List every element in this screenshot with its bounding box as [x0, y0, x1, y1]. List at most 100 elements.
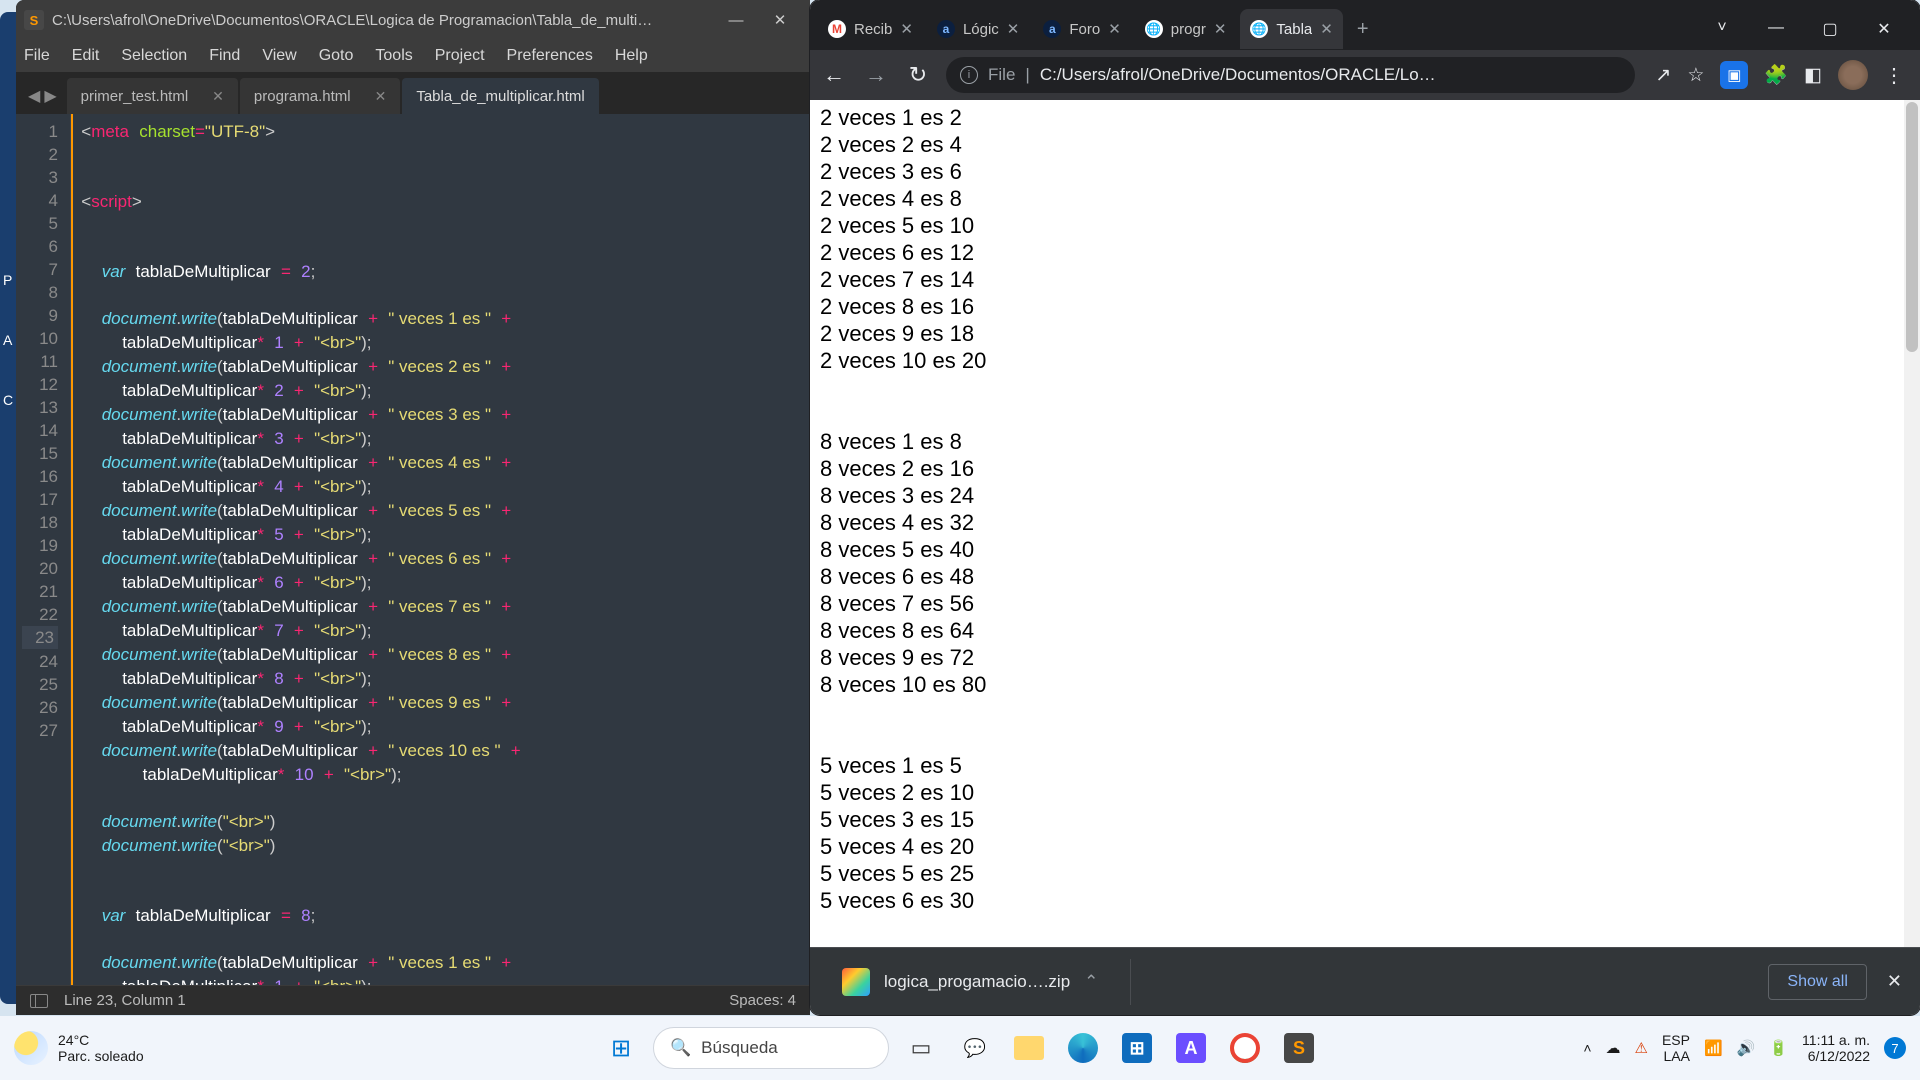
chrome-tab[interactable]: 🌐progr✕: [1135, 9, 1237, 49]
sublime-editor[interactable]: 1234567891011121314151617181920212223242…: [16, 114, 810, 985]
menu-preferences[interactable]: Preferences: [507, 47, 593, 65]
system-tray: ˄ ☁ ⚠ ESP LAA 📶 🔊 🔋 11:11 a. m. 6/12/202…: [1583, 1032, 1906, 1064]
chrome-minimize-button[interactable]: —: [1754, 19, 1798, 39]
layout-icon[interactable]: [30, 994, 48, 1008]
chrome-tab[interactable]: 🌐Tabla✕: [1240, 9, 1342, 49]
tab-close-icon[interactable]: ✕: [375, 88, 387, 105]
page-line: 8 veces 3 es 24: [820, 482, 1910, 509]
sublime-tab-active[interactable]: Tabla_de_multiplicar.html: [402, 78, 598, 114]
menu-help[interactable]: Help: [615, 47, 648, 65]
tab-close-icon[interactable]: ✕: [1007, 20, 1020, 38]
tray-security-icon[interactable]: ⚠: [1635, 1039, 1648, 1057]
sidepanel-icon[interactable]: ◧: [1804, 64, 1822, 87]
sublime-tab[interactable]: primer_test.html✕: [67, 78, 238, 114]
share-icon[interactable]: ↗: [1655, 64, 1671, 87]
menu-tools[interactable]: Tools: [375, 47, 412, 65]
tray-battery-icon[interactable]: 🔋: [1769, 1039, 1788, 1057]
edge-button[interactable]: [1061, 1026, 1105, 1070]
download-item[interactable]: logica_progamacio….zip ⌃: [828, 960, 1112, 1004]
app-button[interactable]: A: [1169, 1026, 1213, 1070]
tray-volume-icon[interactable]: 🔊: [1737, 1039, 1756, 1057]
menu-project[interactable]: Project: [435, 47, 485, 65]
site-info-icon[interactable]: i: [960, 66, 978, 84]
sublime-tab[interactable]: programa.html✕: [240, 78, 400, 114]
start-button[interactable]: ⊞: [599, 1026, 643, 1070]
chrome-actions: ↗ ☆ ▣ 🧩 ◧ ⋮: [1649, 60, 1910, 90]
bookmark-star-icon[interactable]: ☆: [1687, 64, 1704, 87]
tray-notification-badge[interactable]: 7: [1884, 1037, 1906, 1059]
chrome-maximize-button[interactable]: ▢: [1808, 19, 1852, 39]
tab-close-icon[interactable]: ✕: [900, 20, 913, 38]
tab-favicon: a: [937, 20, 955, 38]
meet-icon[interactable]: ▣: [1720, 61, 1748, 89]
menu-view[interactable]: View: [262, 47, 296, 65]
menu-goto[interactable]: Goto: [319, 47, 354, 65]
menu-edit[interactable]: Edit: [72, 47, 100, 65]
download-bar-close-button[interactable]: ✕: [1887, 971, 1902, 992]
page-line: 2 veces 1 es 2: [820, 104, 1910, 131]
page-scrollbar[interactable]: [1904, 100, 1920, 947]
page-line: 5 veces 3 es 15: [820, 806, 1910, 833]
explorer-button[interactable]: [1007, 1026, 1051, 1070]
sublime-close-button[interactable]: ✕: [758, 11, 802, 29]
scrollbar-thumb[interactable]: [1906, 102, 1918, 352]
sublime-tabbar: ◀ ▶ primer_test.html✕ programa.html✕ Tab…: [16, 72, 810, 114]
nav-forward-button[interactable]: →: [862, 62, 890, 88]
chrome-tabsearch-button[interactable]: ˅: [1700, 19, 1744, 39]
tray-wifi-icon[interactable]: 📶: [1704, 1039, 1723, 1057]
menu-find[interactable]: Find: [209, 47, 240, 65]
task-view-button[interactable]: ▭: [899, 1026, 943, 1070]
chrome-tab[interactable]: aForo✕: [1033, 9, 1130, 49]
chrome-taskbar-button[interactable]: [1223, 1026, 1267, 1070]
search-icon: 🔍: [670, 1038, 691, 1058]
chat-button[interactable]: 💬: [953, 1026, 997, 1070]
store-button[interactable]: ⊞: [1115, 1026, 1159, 1070]
page-line: 2 veces 4 es 8: [820, 185, 1910, 212]
code-area[interactable]: <meta charset="UTF-8"> <script> var tabl…: [70, 114, 810, 985]
menu-selection[interactable]: Selection: [121, 47, 187, 65]
page-line: 8 veces 6 es 48: [820, 563, 1910, 590]
nav-reload-button[interactable]: ↻: [904, 62, 932, 88]
omnibox[interactable]: i File | C:/Users/afrol/OneDrive/Documen…: [946, 57, 1635, 93]
download-chevron-icon[interactable]: ⌃: [1084, 972, 1098, 992]
background-window-edge: P A C: [0, 12, 16, 1004]
taskbar-search[interactable]: 🔍 Búsqueda: [653, 1027, 889, 1069]
tray-clock[interactable]: 11:11 a. m. 6/12/2022: [1802, 1032, 1870, 1064]
sublime-minimize-button[interactable]: —: [714, 12, 758, 29]
tab-label: progr: [1171, 21, 1206, 38]
tray-time: 11:11 a. m.: [1802, 1032, 1870, 1048]
sublime-titlebar[interactable]: S C:\Users\afrol\OneDrive\Documentos\ORA…: [16, 0, 810, 40]
chrome-menu-button[interactable]: ⋮: [1884, 63, 1904, 88]
chrome-tab[interactable]: a Lógic ✕: [927, 9, 1029, 49]
page-viewport[interactable]: 2 veces 1 es 22 veces 2 es 42 veces 3 es…: [810, 100, 1920, 947]
tab-label: Lógic: [963, 21, 999, 38]
sublime-taskbar-button[interactable]: S: [1277, 1026, 1321, 1070]
weather-icon: [14, 1031, 48, 1065]
chrome-tab[interactable]: MRecib✕: [818, 9, 923, 49]
windows-taskbar[interactable]: 24°C Parc. soleado ⊞ 🔍 Búsqueda ▭ 💬 ⊞ A …: [0, 1016, 1920, 1080]
tray-overflow-icon[interactable]: ˄: [1583, 1040, 1591, 1056]
omnibox-sep: |: [1025, 65, 1029, 85]
page-line: [820, 374, 1910, 401]
tray-language[interactable]: ESP LAA: [1662, 1032, 1690, 1064]
chrome-close-button[interactable]: ✕: [1862, 19, 1906, 39]
page-line: 8 veces 2 es 16: [820, 455, 1910, 482]
tray-onedrive-icon[interactable]: ☁: [1606, 1039, 1621, 1057]
tab-nav-forward-icon[interactable]: ▶: [44, 86, 56, 106]
tab-close-icon[interactable]: ✕: [1214, 20, 1227, 38]
download-showall-button[interactable]: Show all: [1768, 964, 1866, 1000]
taskbar-weather[interactable]: 24°C Parc. soleado: [14, 1031, 144, 1065]
extensions-icon[interactable]: 🧩: [1764, 63, 1788, 87]
tab-close-icon[interactable]: ✕: [1320, 20, 1333, 38]
page-line: 8 veces 9 es 72: [820, 644, 1910, 671]
profile-avatar[interactable]: [1838, 60, 1868, 90]
sublime-menubar: File Edit Selection Find View Goto Tools…: [16, 40, 810, 72]
omnibox-scheme: File: [988, 65, 1015, 85]
tab-close-icon[interactable]: ✕: [212, 88, 224, 105]
tab-nav-back-icon[interactable]: ◀: [28, 86, 40, 106]
status-spaces[interactable]: Spaces: 4: [729, 992, 796, 1009]
menu-file[interactable]: File: [24, 47, 50, 65]
tab-close-icon[interactable]: ✕: [1108, 20, 1121, 38]
nav-back-button[interactable]: ←: [820, 62, 848, 88]
new-tab-button[interactable]: +: [1347, 18, 1379, 41]
